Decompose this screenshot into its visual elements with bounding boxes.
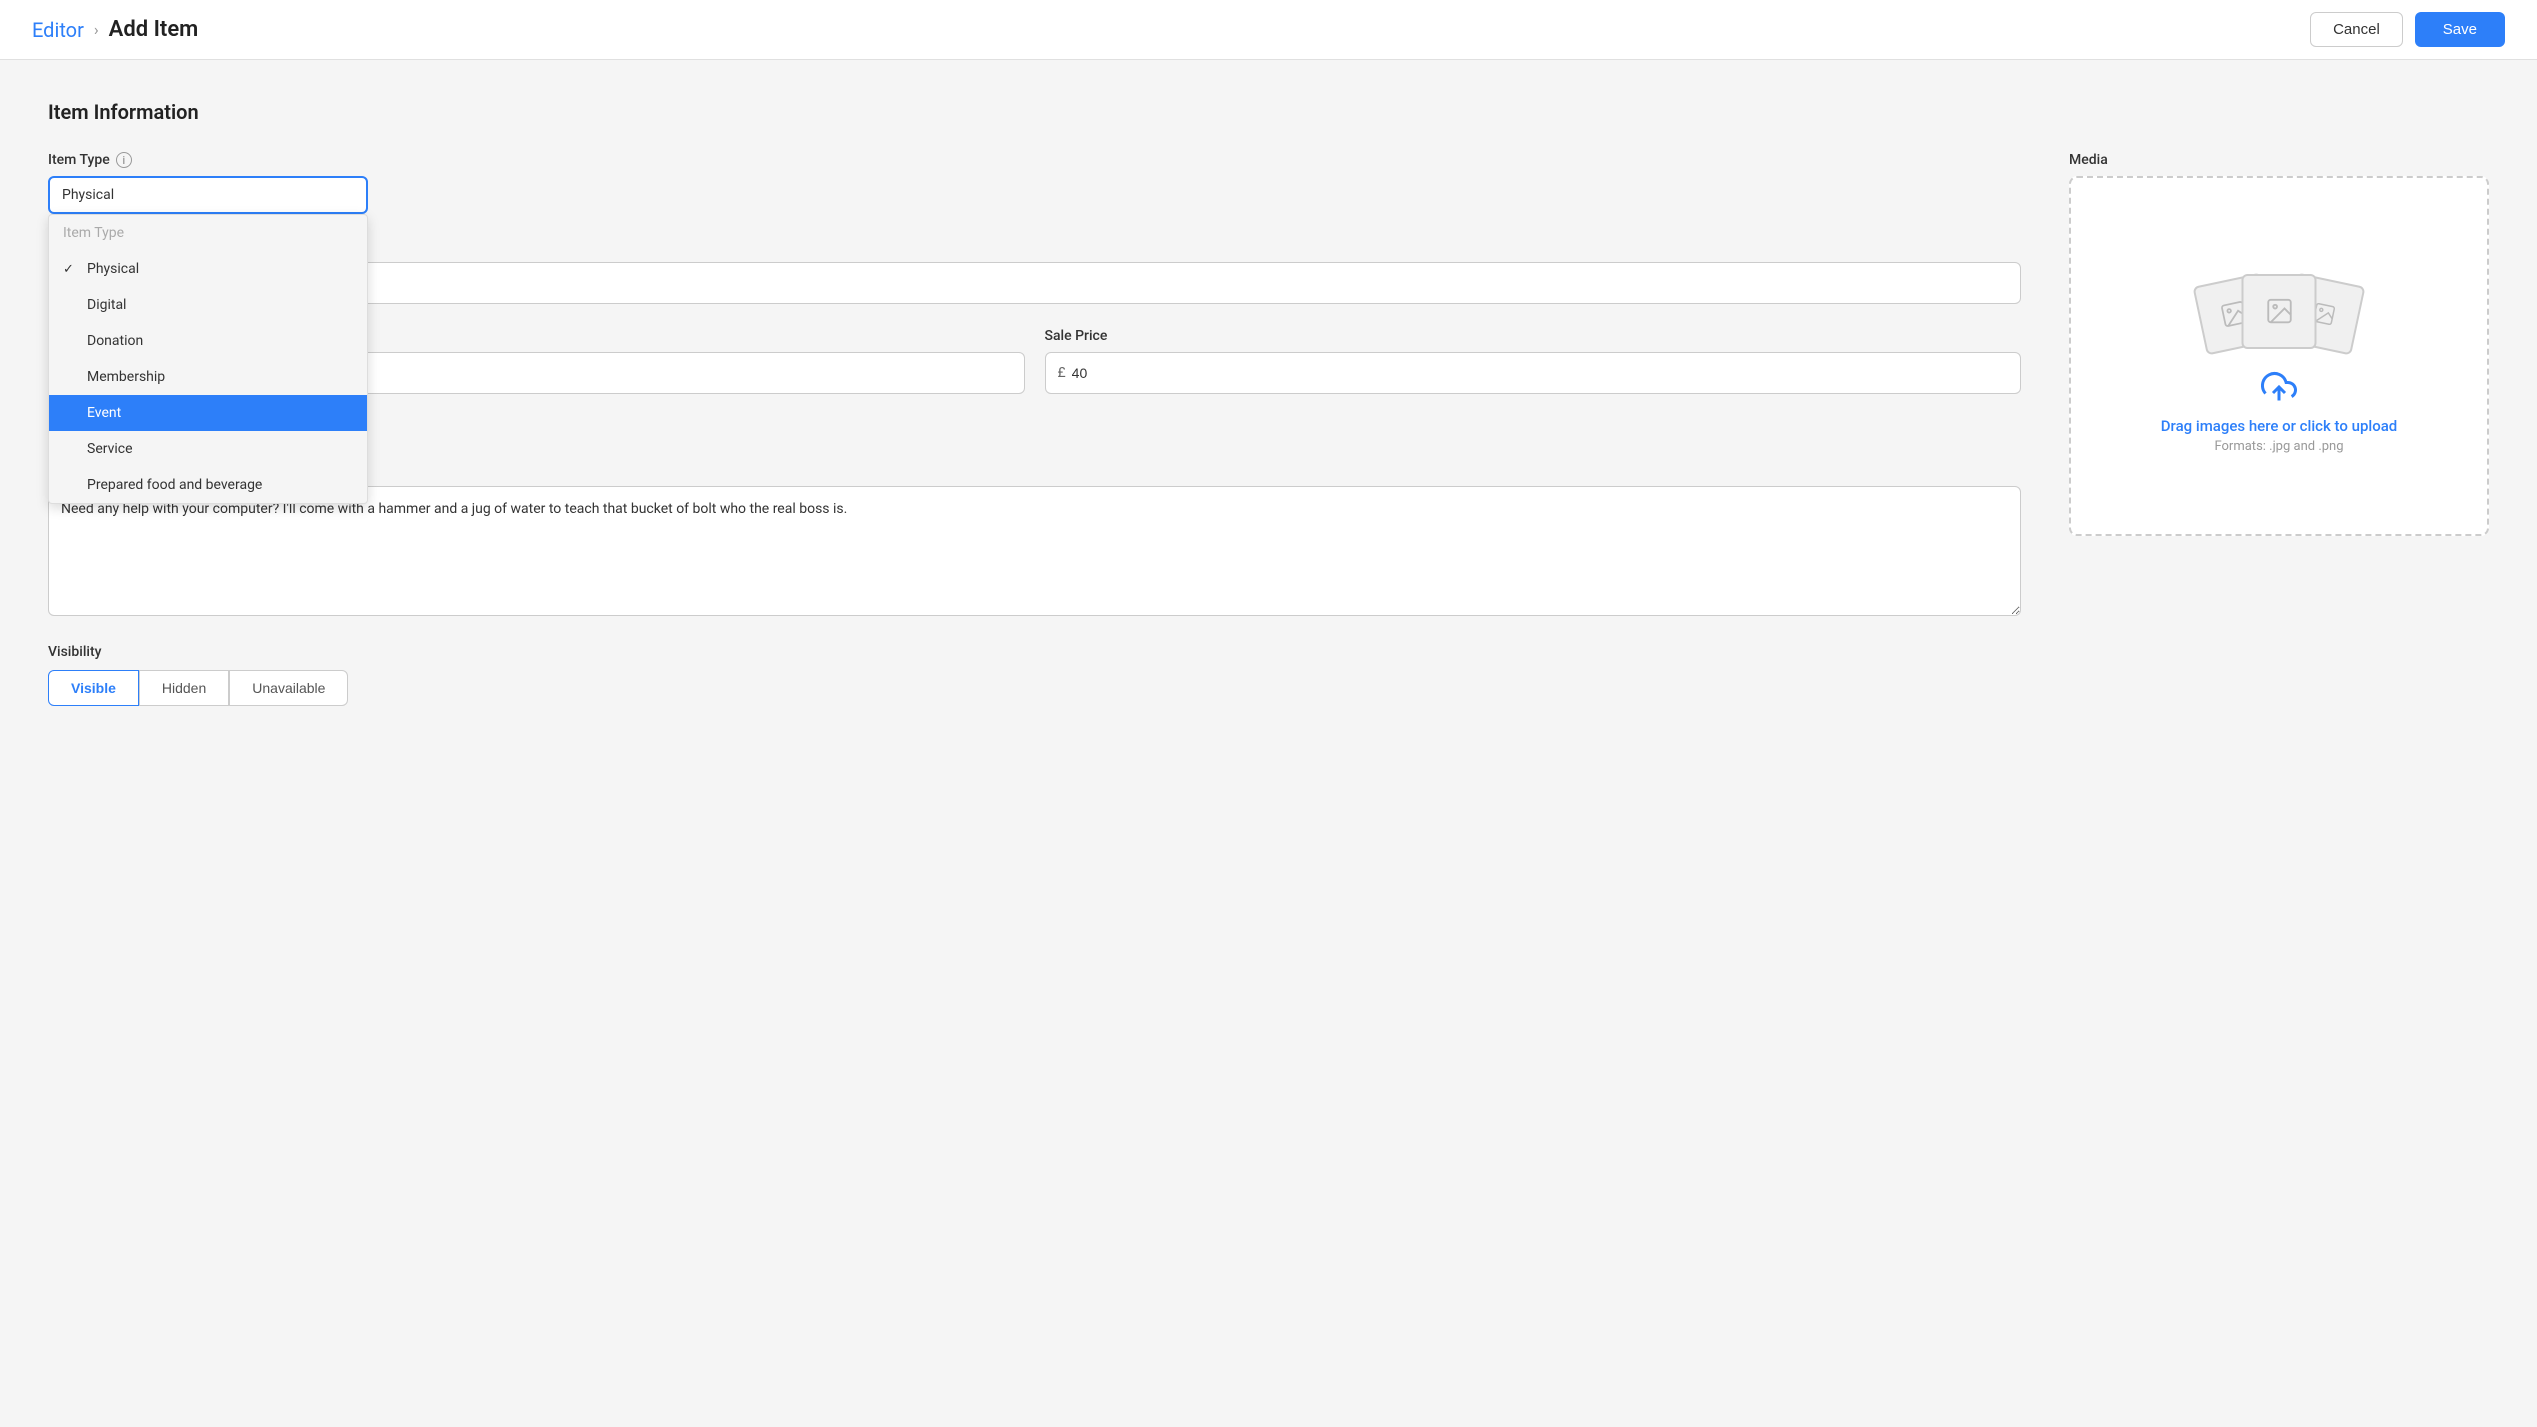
dropdown-item-prepared[interactable]: Prepared food and beverage xyxy=(49,467,367,503)
breadcrumb: Editor › Add Item xyxy=(32,17,198,42)
dropdown-item-membership[interactable]: Membership xyxy=(49,359,367,395)
visibility-label: Visibility xyxy=(48,644,2021,660)
sale-price-input[interactable] xyxy=(1072,365,2008,381)
dropdown-item-physical[interactable]: ✓ Physical xyxy=(49,251,367,287)
visibility-tabs: Visible Hidden Unavailable xyxy=(48,670,2021,706)
item-type-label: Item Type i xyxy=(48,152,2021,168)
media-upload-area[interactable]: Drag images here or click to upload Form… xyxy=(2069,176,2489,536)
sale-price-input-wrapper: £ xyxy=(1045,352,2022,394)
visibility-tab-hidden[interactable]: Hidden xyxy=(139,670,229,706)
sale-price-currency: £ xyxy=(1058,365,1066,381)
sale-price-label: Sale Price xyxy=(1045,328,2022,344)
photo-icon-center xyxy=(2264,296,2294,326)
visibility-tab-unavailable[interactable]: Unavailable xyxy=(229,670,348,706)
form-right: Media xyxy=(2069,152,2489,706)
page-title: Add Item xyxy=(109,17,199,42)
upload-arrow-icon xyxy=(2261,369,2297,409)
cancel-button[interactable]: Cancel xyxy=(2310,12,2403,47)
main-content: Item Information Item Type i Physical It… xyxy=(0,60,2537,1427)
dropdown-item-digital[interactable]: Digital xyxy=(49,287,367,323)
save-button[interactable]: Save xyxy=(2415,12,2505,47)
header: Editor › Add Item Cancel Save xyxy=(0,0,2537,60)
visibility-tab-visible[interactable]: Visible xyxy=(48,670,139,706)
upload-formats: Formats: .jpg and .png xyxy=(2214,439,2343,454)
photo-card-center xyxy=(2242,274,2317,349)
dropdown-placeholder: Item Type xyxy=(49,215,367,251)
form-left: Item Type i Physical Item Type ✓ Physica… xyxy=(48,152,2021,706)
upload-text: Drag images here or click to upload xyxy=(2161,417,2398,435)
item-type-dropdown: Item Type ✓ Physical Digital Donation xyxy=(48,214,368,504)
item-type-group: Item Type i Physical Item Type ✓ Physica… xyxy=(48,152,2021,214)
dropdown-item-donation[interactable]: Donation xyxy=(49,323,367,359)
description-textarea[interactable]: Need any help with your computer? I'll c… xyxy=(48,486,2021,616)
header-actions: Cancel Save xyxy=(2310,12,2505,47)
sale-price-field: Sale Price £ xyxy=(1045,328,2022,394)
item-type-selected-value: Physical xyxy=(62,187,114,203)
dropdown-item-event[interactable]: Event xyxy=(49,395,367,431)
item-type-wrapper: Physical Item Type ✓ Physical Digital xyxy=(48,176,368,214)
breadcrumb-editor-link[interactable]: Editor xyxy=(32,18,84,42)
section-title: Item Information xyxy=(48,100,2489,124)
check-physical: ✓ xyxy=(63,262,79,277)
item-type-info-icon[interactable]: i xyxy=(116,152,132,168)
chevron-right-icon: › xyxy=(94,20,99,39)
dropdown-item-service[interactable]: Service xyxy=(49,431,367,467)
form-layout: Item Type i Physical Item Type ✓ Physica… xyxy=(48,152,2489,706)
media-label: Media xyxy=(2069,152,2489,168)
media-photo-icons xyxy=(2189,259,2369,349)
item-type-select[interactable]: Physical xyxy=(48,176,368,214)
visibility-section: Visibility Visible Hidden Unavailable xyxy=(48,644,2021,706)
